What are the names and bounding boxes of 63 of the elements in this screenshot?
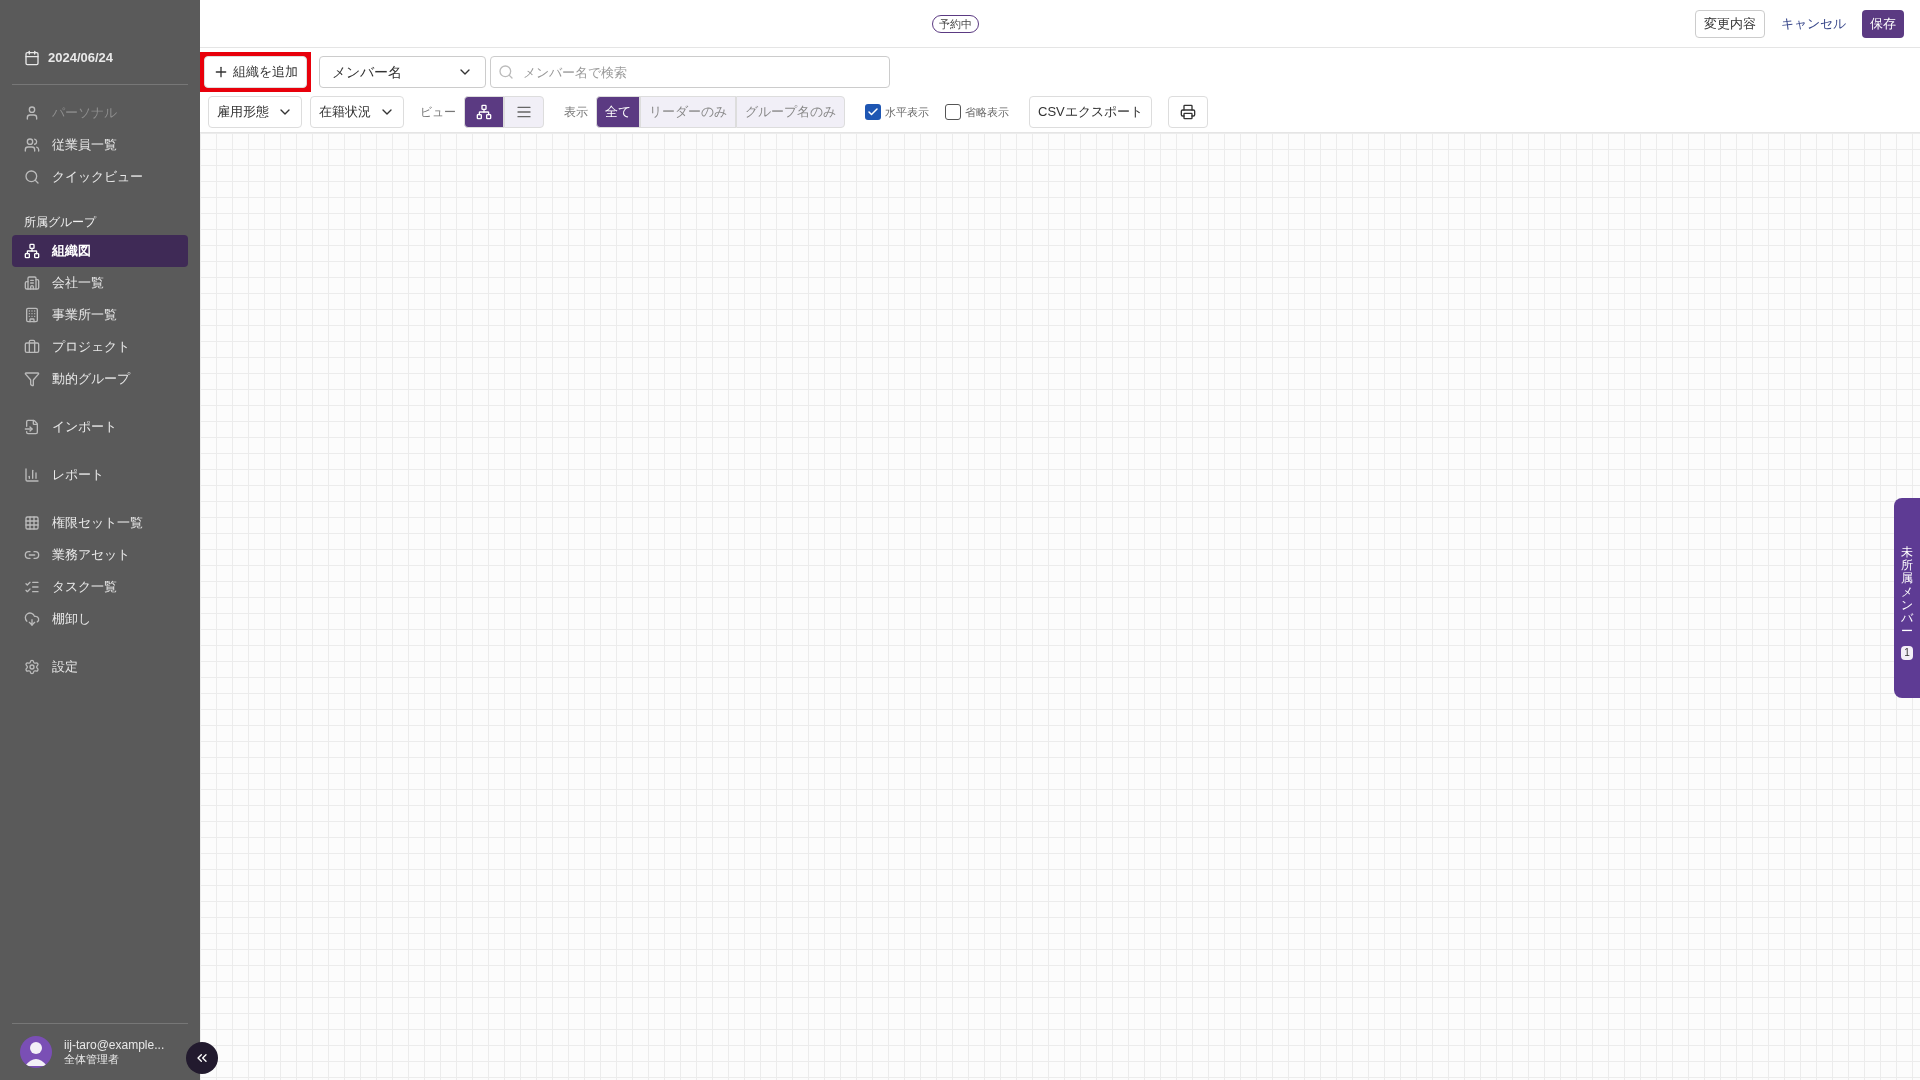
hierarchy-icon [24, 242, 40, 259]
calendar-icon [24, 49, 40, 66]
display-option[interactable]: リーダーのみ [640, 96, 736, 128]
checkbox-label: 水平表示 [885, 104, 929, 120]
people-icon [24, 136, 40, 153]
buildings-icon [24, 274, 40, 291]
header-button[interactable]: 保存 [1862, 9, 1904, 38]
view-toggle[interactable] [464, 96, 504, 128]
nav-item[interactable]: プロジェクト [12, 330, 188, 363]
print-button[interactable] [1167, 96, 1208, 128]
nav-item[interactable]: 動的グループ [12, 362, 188, 395]
user-email: iij-taro@example... [64, 1037, 165, 1053]
current-date: 2024/06/24 [48, 49, 114, 67]
filter-icon [24, 370, 40, 387]
checkbox[interactable] [945, 104, 961, 120]
nav-item[interactable]: 従業員一覧 [12, 128, 188, 161]
count-badge: 1 [1901, 646, 1913, 661]
nav-item[interactable]: 権限セット一覧 [12, 506, 188, 539]
briefcase-icon [24, 338, 40, 355]
filter-dropdown[interactable]: 在籍状況 [310, 96, 404, 128]
display-option[interactable]: 全て [596, 96, 640, 128]
search-icon [24, 168, 40, 185]
grid-icon [24, 514, 40, 531]
collapse-button[interactable] [186, 1042, 218, 1074]
avatar[interactable] [20, 1036, 52, 1068]
nav-item[interactable]: 会社一覧 [12, 266, 188, 299]
view-toggle[interactable] [504, 96, 544, 128]
display-label: 表示 [564, 104, 588, 121]
person-icon [24, 104, 40, 121]
nav-item[interactable]: レポート [12, 458, 188, 491]
add-organization-button[interactable]: 組織を追加 [204, 56, 307, 88]
nav-item[interactable]: 設定 [12, 650, 188, 683]
printer-icon [1179, 104, 1196, 120]
nav-item[interactable]: 組織図 [12, 234, 188, 267]
nav-item[interactable]: インポート [12, 410, 188, 443]
file-import-icon [24, 418, 40, 435]
header-button[interactable]: キャンセル [1773, 9, 1854, 38]
nav-item[interactable]: 業務アセット [12, 538, 188, 571]
filter-dropdown[interactable]: 雇用形態 [208, 96, 302, 128]
header-button[interactable]: 変更内容 [1695, 9, 1765, 38]
hierarchy-icon [476, 104, 492, 120]
cloud-download-icon [24, 610, 40, 627]
list-icon [516, 104, 532, 120]
display-option[interactable]: グループ名のみ [736, 96, 845, 128]
checkbox[interactable] [865, 104, 881, 120]
checkbox-label: 省略表示 [965, 104, 1009, 120]
view-label: ビュー [420, 104, 456, 121]
nav-item[interactable]: クイックビュー [12, 160, 188, 193]
nav-item[interactable]: 事業所一覧 [12, 298, 188, 331]
csv-export-button[interactable]: CSVエクスポート [1029, 96, 1152, 128]
building-icon [24, 306, 40, 323]
section-heading: 所属グループ [23, 213, 98, 231]
unassigned-members-tab[interactable]: 未所属メンバー 1 [1894, 498, 1920, 698]
search-by-select[interactable]: メンバー名 [319, 56, 486, 88]
nav-item[interactable]: タスク一覧 [12, 570, 188, 603]
nav-item[interactable]: 棚卸し [12, 602, 188, 635]
plus-icon [213, 64, 229, 80]
settings-icon [24, 658, 40, 675]
user-role: 全体管理者 [64, 1052, 120, 1067]
search-field[interactable]: メンバー名で検索 [490, 56, 890, 88]
search-icon [498, 64, 514, 80]
bar-chart-icon [24, 466, 40, 483]
check-icon [867, 106, 879, 118]
